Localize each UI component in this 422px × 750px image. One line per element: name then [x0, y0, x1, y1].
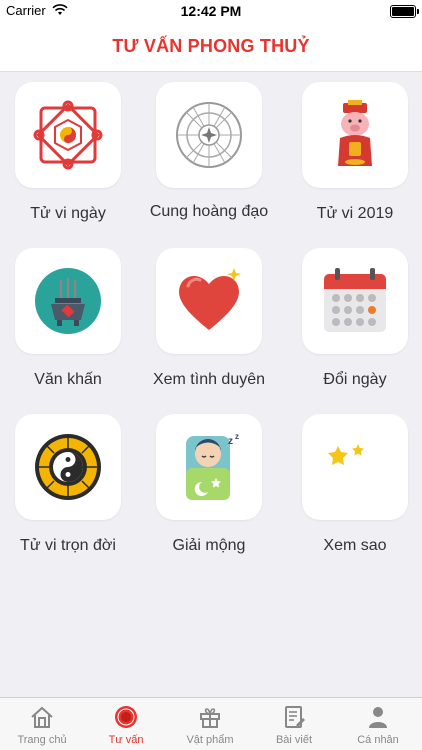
- tab-bar: Trang chủ Tư vấn Vật phẩm Bài viết Cá nh…: [0, 697, 422, 750]
- tile-van-khan[interactable]: Văn khấn: [0, 248, 140, 408]
- tab-label: Vật phẩm: [186, 734, 234, 746]
- tile-label: Xem sao: [323, 537, 387, 554]
- tile-giai-mong[interactable]: z z Giải mộng: [141, 414, 281, 574]
- compass-icon: [115, 706, 137, 728]
- moon-stars-icon: [324, 438, 381, 493]
- tile-tu-vi-tron-doi[interactable]: Tử vi trọn đời: [0, 414, 140, 574]
- tile-card[interactable]: [15, 248, 121, 354]
- heart-icon: [179, 268, 241, 330]
- tile-label: Cung hoàng đạo: [149, 203, 269, 220]
- tile-card[interactable]: [156, 82, 262, 188]
- tile-card[interactable]: [302, 414, 408, 520]
- tile-label: Văn khấn: [34, 371, 102, 388]
- tile-card[interactable]: [15, 414, 121, 520]
- svg-text:z: z: [235, 432, 239, 441]
- tile-tu-vi-ngay[interactable]: Tử vi ngày: [0, 82, 140, 242]
- tile-card[interactable]: [302, 248, 408, 354]
- incense-burner-icon: [35, 268, 101, 334]
- tile-label: Tử vi ngày: [30, 205, 106, 222]
- tile-tu-vi-2019[interactable]: Tử vi 2019: [287, 82, 422, 242]
- svg-text:z: z: [228, 436, 233, 447]
- tab-trang-chu[interactable]: Trang chủ: [0, 698, 84, 750]
- sleeping-child-icon: z z: [186, 432, 239, 500]
- tab-ca-nhan[interactable]: Cá nhân: [336, 698, 420, 750]
- bagua-icon: [35, 434, 101, 500]
- tile-card[interactable]: [156, 248, 262, 354]
- tile-xem-tinh-duyen[interactable]: Xem tình duyên: [141, 248, 281, 408]
- article-icon: [285, 706, 305, 728]
- tile-label: Đổi ngày: [323, 371, 387, 388]
- tile-label: Giải mộng: [172, 537, 246, 554]
- tab-bai-viet[interactable]: Bài viết: [252, 698, 336, 750]
- tab-label: Bài viết: [275, 734, 313, 746]
- knot-yin-yang-icon: [33, 100, 103, 170]
- status-bar: Carrier 12:42 PM: [0, 0, 422, 22]
- tab-label: Cá nhân: [357, 734, 399, 746]
- tab-vat-pham[interactable]: Vật phẩm: [168, 698, 252, 750]
- tile-xem-sao[interactable]: Xem sao: [287, 414, 422, 574]
- tab-label: Trang chủ: [17, 734, 67, 746]
- user-icon: [369, 707, 387, 728]
- tile-label: Tử vi 2019: [316, 205, 394, 222]
- tile-card[interactable]: z z: [156, 414, 262, 520]
- tile-card[interactable]: [302, 82, 408, 188]
- gift-icon: [200, 708, 220, 728]
- home-icon: [31, 706, 53, 728]
- calendar-icon: [324, 268, 386, 332]
- tile-label: Tử vi trọn đời: [20, 537, 116, 554]
- tile-card[interactable]: [15, 82, 121, 188]
- tile-label: Xem tình duyên: [152, 371, 266, 388]
- tab-tu-van[interactable]: Tư vấn: [84, 698, 168, 750]
- tile-cung-hoang-dao[interactable]: Cung hoàng đạo: [141, 82, 281, 242]
- pig-god-icon: [338, 100, 372, 166]
- status-time: 12:42 PM: [180, 3, 242, 19]
- battery-icon: [390, 5, 419, 18]
- tile-doi-ngay[interactable]: Đổi ngày: [287, 248, 422, 408]
- page-title: TƯ VẤN PHONG THUỶ: [0, 22, 422, 72]
- tab-label: Tư vấn: [108, 734, 144, 746]
- zodiac-wheel-icon: [176, 102, 242, 168]
